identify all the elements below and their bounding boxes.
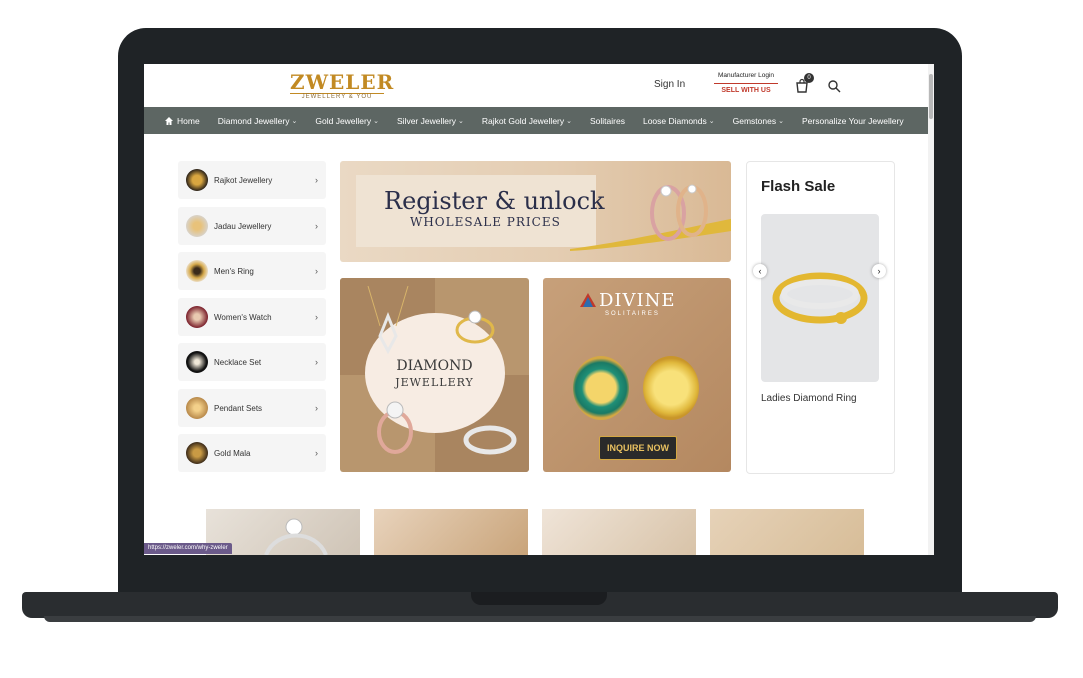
chevron-right-icon: › [315, 266, 318, 276]
banner-title: DIAMOND [396, 358, 473, 374]
logo-tagline: JEWELLERY & YOU [290, 93, 384, 100]
divine-logo-icon [580, 293, 596, 307]
chevron-down-icon: ⌄ [458, 117, 464, 125]
promo-tile[interactable] [710, 509, 864, 555]
laptop-notch [471, 592, 607, 605]
cart-count-badge: 0 [804, 73, 814, 83]
chevron-right-icon: › [315, 312, 318, 322]
nav-home[interactable]: Home [164, 116, 200, 126]
category-thumbnail [186, 169, 208, 191]
pendant-image-gold [643, 356, 699, 420]
chevron-down-icon: ⌄ [373, 117, 379, 125]
nav-personalize[interactable]: Personalize Your Jewellery [802, 116, 904, 126]
ring-image-icon [463, 425, 517, 455]
category-item-mens-ring[interactable]: Men's Ring › [178, 252, 326, 290]
nav-label: Solitaires [590, 115, 625, 126]
manufacturer-block[interactable]: Manufacturer Login SELL WITH US [714, 72, 778, 94]
nav-home-label: Home [177, 115, 200, 126]
pendant-image-icon [367, 286, 409, 355]
chevron-down-icon: ⌄ [708, 117, 715, 125]
site-logo[interactable]: ZWELER JEWELLERY & YOU [290, 70, 395, 100]
status-bar-url: https://zweler.com/why-zweler [144, 543, 232, 554]
category-item-jadau-jewellery[interactable]: Jadau Jewellery › [178, 207, 326, 245]
inquire-now-button[interactable]: INQUIRE NOW [599, 436, 677, 460]
category-thumbnail [186, 260, 208, 282]
nav-silver-jewellery[interactable]: Silver Jewellery ⌄ [397, 116, 464, 126]
nav-label: Silver Jewellery [397, 115, 457, 126]
category-label: Men's Ring [214, 266, 254, 276]
category-thumbnail [186, 306, 208, 328]
chevron-down-icon: ⌄ [566, 117, 572, 125]
category-label: Rajkot Jewellery [214, 175, 273, 185]
category-thumbnail [186, 351, 208, 373]
nav-label: Personalize Your Jewellery [801, 115, 904, 126]
main-nav: Home Diamond Jewellery ⌄ Gold Jewellery ⌄ … [144, 107, 928, 134]
category-item-rajkot-jewellery[interactable]: Rajkot Jewellery › [178, 161, 326, 199]
ring-image-icon [377, 401, 413, 454]
manufacturer-login-link[interactable]: Manufacturer Login [714, 72, 778, 79]
nav-gemstones[interactable]: Gemstones ⌄ [733, 116, 784, 126]
nav-label: Loose Diamonds [642, 115, 707, 126]
flash-sale-title: Flash Sale [761, 178, 836, 195]
scrollbar[interactable] [928, 64, 934, 555]
scrollbar-thumb[interactable] [929, 74, 933, 119]
divine-title: DIVINE [599, 290, 676, 311]
banner-subline: WHOLESALE PRICES [410, 215, 561, 229]
chevron-right-icon: › [315, 357, 318, 367]
logo-wordmark: ZWELER [290, 70, 395, 94]
carousel-next-button[interactable]: › [872, 264, 886, 278]
nav-loose-diamonds[interactable]: Loose Diamonds ⌄ [643, 116, 715, 126]
category-item-womens-watch[interactable]: Women's Watch › [178, 298, 326, 336]
nav-solitaires[interactable]: Solitaires [590, 116, 625, 126]
divine-subtitle: SOLITAIRES [605, 311, 660, 317]
chevron-right-icon: › [315, 403, 318, 413]
product-name[interactable]: Ladies Diamond Ring [761, 393, 857, 404]
category-item-necklace-set[interactable]: Necklace Set › [178, 343, 326, 381]
chevron-right-icon: › [315, 175, 318, 185]
search-icon[interactable] [827, 79, 841, 93]
category-label: Necklace Set [214, 357, 262, 367]
category-item-pendant-sets[interactable]: Pendant Sets › [178, 389, 326, 427]
category-thumbnail [186, 397, 208, 419]
category-label: Jadau Jewellery [214, 221, 272, 231]
flash-sale-card: Flash Sale Ladies Diamond Ring [746, 161, 895, 474]
banner-subtitle: JEWELLERY [395, 376, 474, 389]
nav-label: Rajkot Gold Jewellery [481, 115, 565, 126]
register-wholesale-banner[interactable]: Register & unlock WHOLESALE PRICES [340, 161, 731, 262]
laptop-base-shadow [44, 616, 1036, 622]
promo-tile[interactable] [374, 509, 528, 555]
sell-with-us-link[interactable]: SELL WITH US [714, 87, 778, 94]
chevron-right-icon: › [315, 221, 318, 231]
category-label: Women's Watch [214, 312, 272, 322]
product-image[interactable] [761, 214, 879, 382]
category-thumbnail [186, 215, 208, 237]
category-thumbnail [186, 442, 208, 464]
nav-label: Gemstones [732, 115, 777, 126]
carousel-prev-button[interactable]: ‹ [753, 264, 767, 278]
category-label: Pendant Sets [214, 403, 263, 413]
nav-gold-jewellery[interactable]: Gold Jewellery ⌄ [315, 116, 379, 126]
category-label: Gold Mala [214, 448, 251, 458]
nav-label: Diamond Jewellery [217, 115, 290, 126]
diamond-jewellery-banner[interactable]: DIAMOND JEWELLERY [340, 278, 529, 472]
nav-rajkot-gold-jewellery[interactable]: Rajkot Gold Jewellery ⌄ [482, 116, 572, 126]
chevron-down-icon: ⌄ [291, 117, 298, 125]
home-icon [165, 116, 173, 125]
nav-diamond-jewellery[interactable]: Diamond Jewellery ⌄ [218, 116, 298, 126]
divider [714, 83, 778, 84]
chevron-down-icon: ⌄ [778, 117, 784, 125]
diamond-ring-icon [772, 272, 868, 324]
divine-solitaires-banner[interactable]: DIVINE SOLITAIRES INQUIRE NOW [543, 278, 731, 472]
ring-image-icon [455, 310, 495, 344]
ring-image-icon [650, 184, 708, 241]
pendant-image-emerald [573, 356, 629, 420]
nav-label: Gold Jewellery [315, 115, 372, 126]
sign-in-link[interactable]: Sign In [654, 79, 685, 90]
browser-viewport: ZWELER JEWELLERY & YOU Sign In Manufactu… [144, 64, 934, 555]
category-item-gold-mala[interactable]: Gold Mala › [178, 434, 326, 472]
chevron-right-icon: › [315, 448, 318, 458]
promo-tile[interactable] [542, 509, 696, 555]
